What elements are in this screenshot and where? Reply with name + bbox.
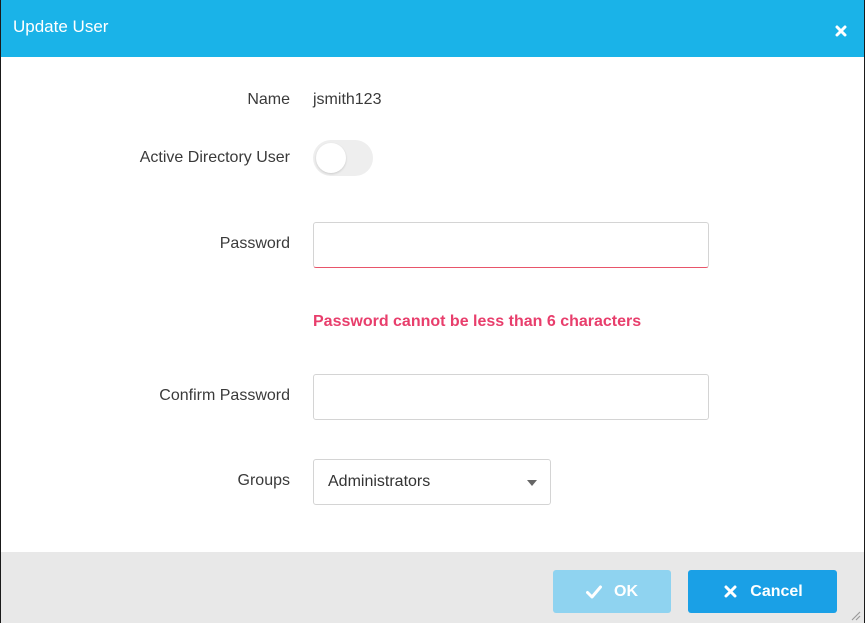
dialog-footer: OK Cancel xyxy=(1,552,864,623)
update-user-dialog: Update User Name jsmith123 Active Direct… xyxy=(0,0,865,623)
groups-selected-value: Administrators xyxy=(328,473,431,490)
check-icon xyxy=(586,584,602,600)
chevron-down-icon xyxy=(527,480,537,486)
ok-button[interactable]: OK xyxy=(553,570,671,613)
dialog-titlebar: Update User xyxy=(1,0,864,57)
close-icon[interactable] xyxy=(832,22,850,40)
ok-button-label: OK xyxy=(614,582,638,600)
name-label: Name xyxy=(247,91,290,108)
password-error-message: Password cannot be less than 6 character… xyxy=(313,313,642,330)
password-label: Password xyxy=(219,235,290,252)
ad-user-label: Active Directory User xyxy=(139,149,290,166)
password-field[interactable] xyxy=(313,222,709,268)
toggle-knob xyxy=(316,143,346,173)
confirm-password-label: Confirm Password xyxy=(159,387,290,404)
groups-label: Groups xyxy=(237,472,290,489)
cancel-button[interactable]: Cancel xyxy=(688,570,837,613)
ad-user-toggle[interactable] xyxy=(313,140,373,176)
name-value: jsmith123 xyxy=(313,91,382,108)
close-icon xyxy=(722,584,738,600)
confirm-password-field[interactable] xyxy=(313,374,709,420)
dialog-title: Update User xyxy=(13,17,109,36)
groups-select[interactable]: Administrators xyxy=(313,459,551,505)
resize-handle-icon[interactable] xyxy=(849,608,861,621)
cancel-button-label: Cancel xyxy=(750,582,803,600)
